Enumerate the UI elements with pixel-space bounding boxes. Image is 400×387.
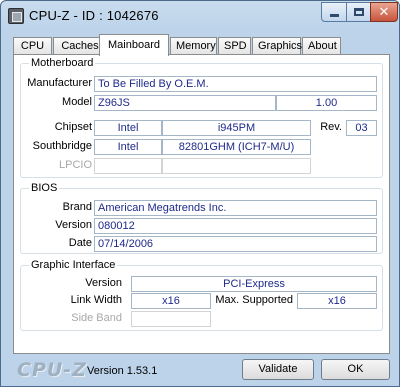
rev-label: Rev.: [320, 121, 342, 133]
chipset-label: Chipset: [54, 121, 92, 133]
model-revision-value: 1.00: [276, 95, 377, 111]
footer-bar: CPU-Z Version 1.53.1 Validate OK: [1, 356, 399, 386]
bios-brand-label: Brand: [62, 201, 92, 213]
graphic-interface-legend: Graphic Interface: [29, 259, 118, 271]
minimize-button[interactable]: [321, 2, 347, 22]
tab-about[interactable]: About: [302, 37, 341, 55]
tab-mainboard[interactable]: Mainboard: [99, 34, 169, 56]
validate-button[interactable]: Validate: [242, 359, 314, 380]
tab-memory[interactable]: Memory: [170, 37, 217, 55]
close-button[interactable]: ✕: [370, 2, 398, 22]
bios-version-label: Version: [55, 219, 92, 231]
chipset-name-value: i945PM: [162, 120, 311, 136]
graphic-interface-group: Graphic Interface Version PCI-Express Li…: [20, 259, 383, 331]
version-text: Version 1.53.1: [87, 365, 158, 377]
gi-version-label: Version: [85, 277, 122, 289]
title-bar[interactable]: CPU-Z - ID : 1042676 ✕: [1, 1, 399, 31]
southbridge-vendor-value: Intel: [94, 139, 162, 155]
maximize-icon: [353, 8, 364, 16]
link-width-value: x16: [131, 293, 211, 309]
model-label: Model: [62, 96, 92, 108]
bios-date-value: 07/14/2006: [94, 236, 377, 252]
cpu-z-logo: CPU-Z: [17, 359, 87, 381]
gi-version-value: PCI-Express: [131, 276, 377, 292]
window-title: CPU-Z - ID : 1042676: [29, 8, 159, 23]
manufacturer-label: Manufacturer: [27, 77, 92, 89]
link-width-label: Link Width: [70, 294, 122, 306]
model-value: Z96JS: [94, 95, 276, 111]
bios-date-label: Date: [68, 237, 92, 249]
cpu-z-window: CPU-Z - ID : 1042676 ✕ CPU Caches Mainbo…: [0, 0, 400, 387]
rev-value: 03: [346, 120, 377, 136]
close-icon: ✕: [378, 4, 390, 20]
mainboard-panel: Motherboard Manufacturer To Be Filled By…: [13, 54, 390, 354]
minimize-icon: [329, 13, 339, 17]
manufacturer-value: To Be Filled By O.E.M.: [94, 76, 377, 92]
bios-version-value: 080012: [94, 218, 377, 234]
lpcio-name-value: [162, 158, 311, 174]
max-supported-label: Max. Supported: [215, 294, 293, 306]
bios-group: BIOS Brand American Megatrends Inc. Vers…: [20, 182, 383, 254]
bios-brand-value: American Megatrends Inc.: [94, 200, 377, 216]
bios-legend: BIOS: [29, 182, 60, 194]
ok-button[interactable]: OK: [321, 359, 390, 380]
chipset-vendor-value: Intel: [94, 120, 162, 136]
southbridge-name-value: 82801GHM (ICH7-M/U): [162, 139, 311, 155]
max-supported-value: x16: [297, 293, 377, 309]
lpcio-vendor-value: [94, 158, 162, 174]
southbridge-label: Southbridge: [32, 140, 92, 152]
motherboard-legend: Motherboard: [29, 57, 96, 69]
maximize-button[interactable]: [346, 2, 371, 22]
side-band-value: [131, 311, 211, 327]
cpu-z-chip-icon[interactable]: [8, 8, 24, 24]
tab-cpu[interactable]: CPU: [13, 37, 52, 55]
motherboard-group: Motherboard Manufacturer To Be Filled By…: [20, 57, 383, 178]
lpcio-label: LPCIO: [58, 159, 92, 171]
tab-graphics[interactable]: Graphics: [252, 37, 302, 55]
side-band-label: Side Band: [71, 312, 122, 324]
tab-spd[interactable]: SPD: [218, 37, 251, 55]
